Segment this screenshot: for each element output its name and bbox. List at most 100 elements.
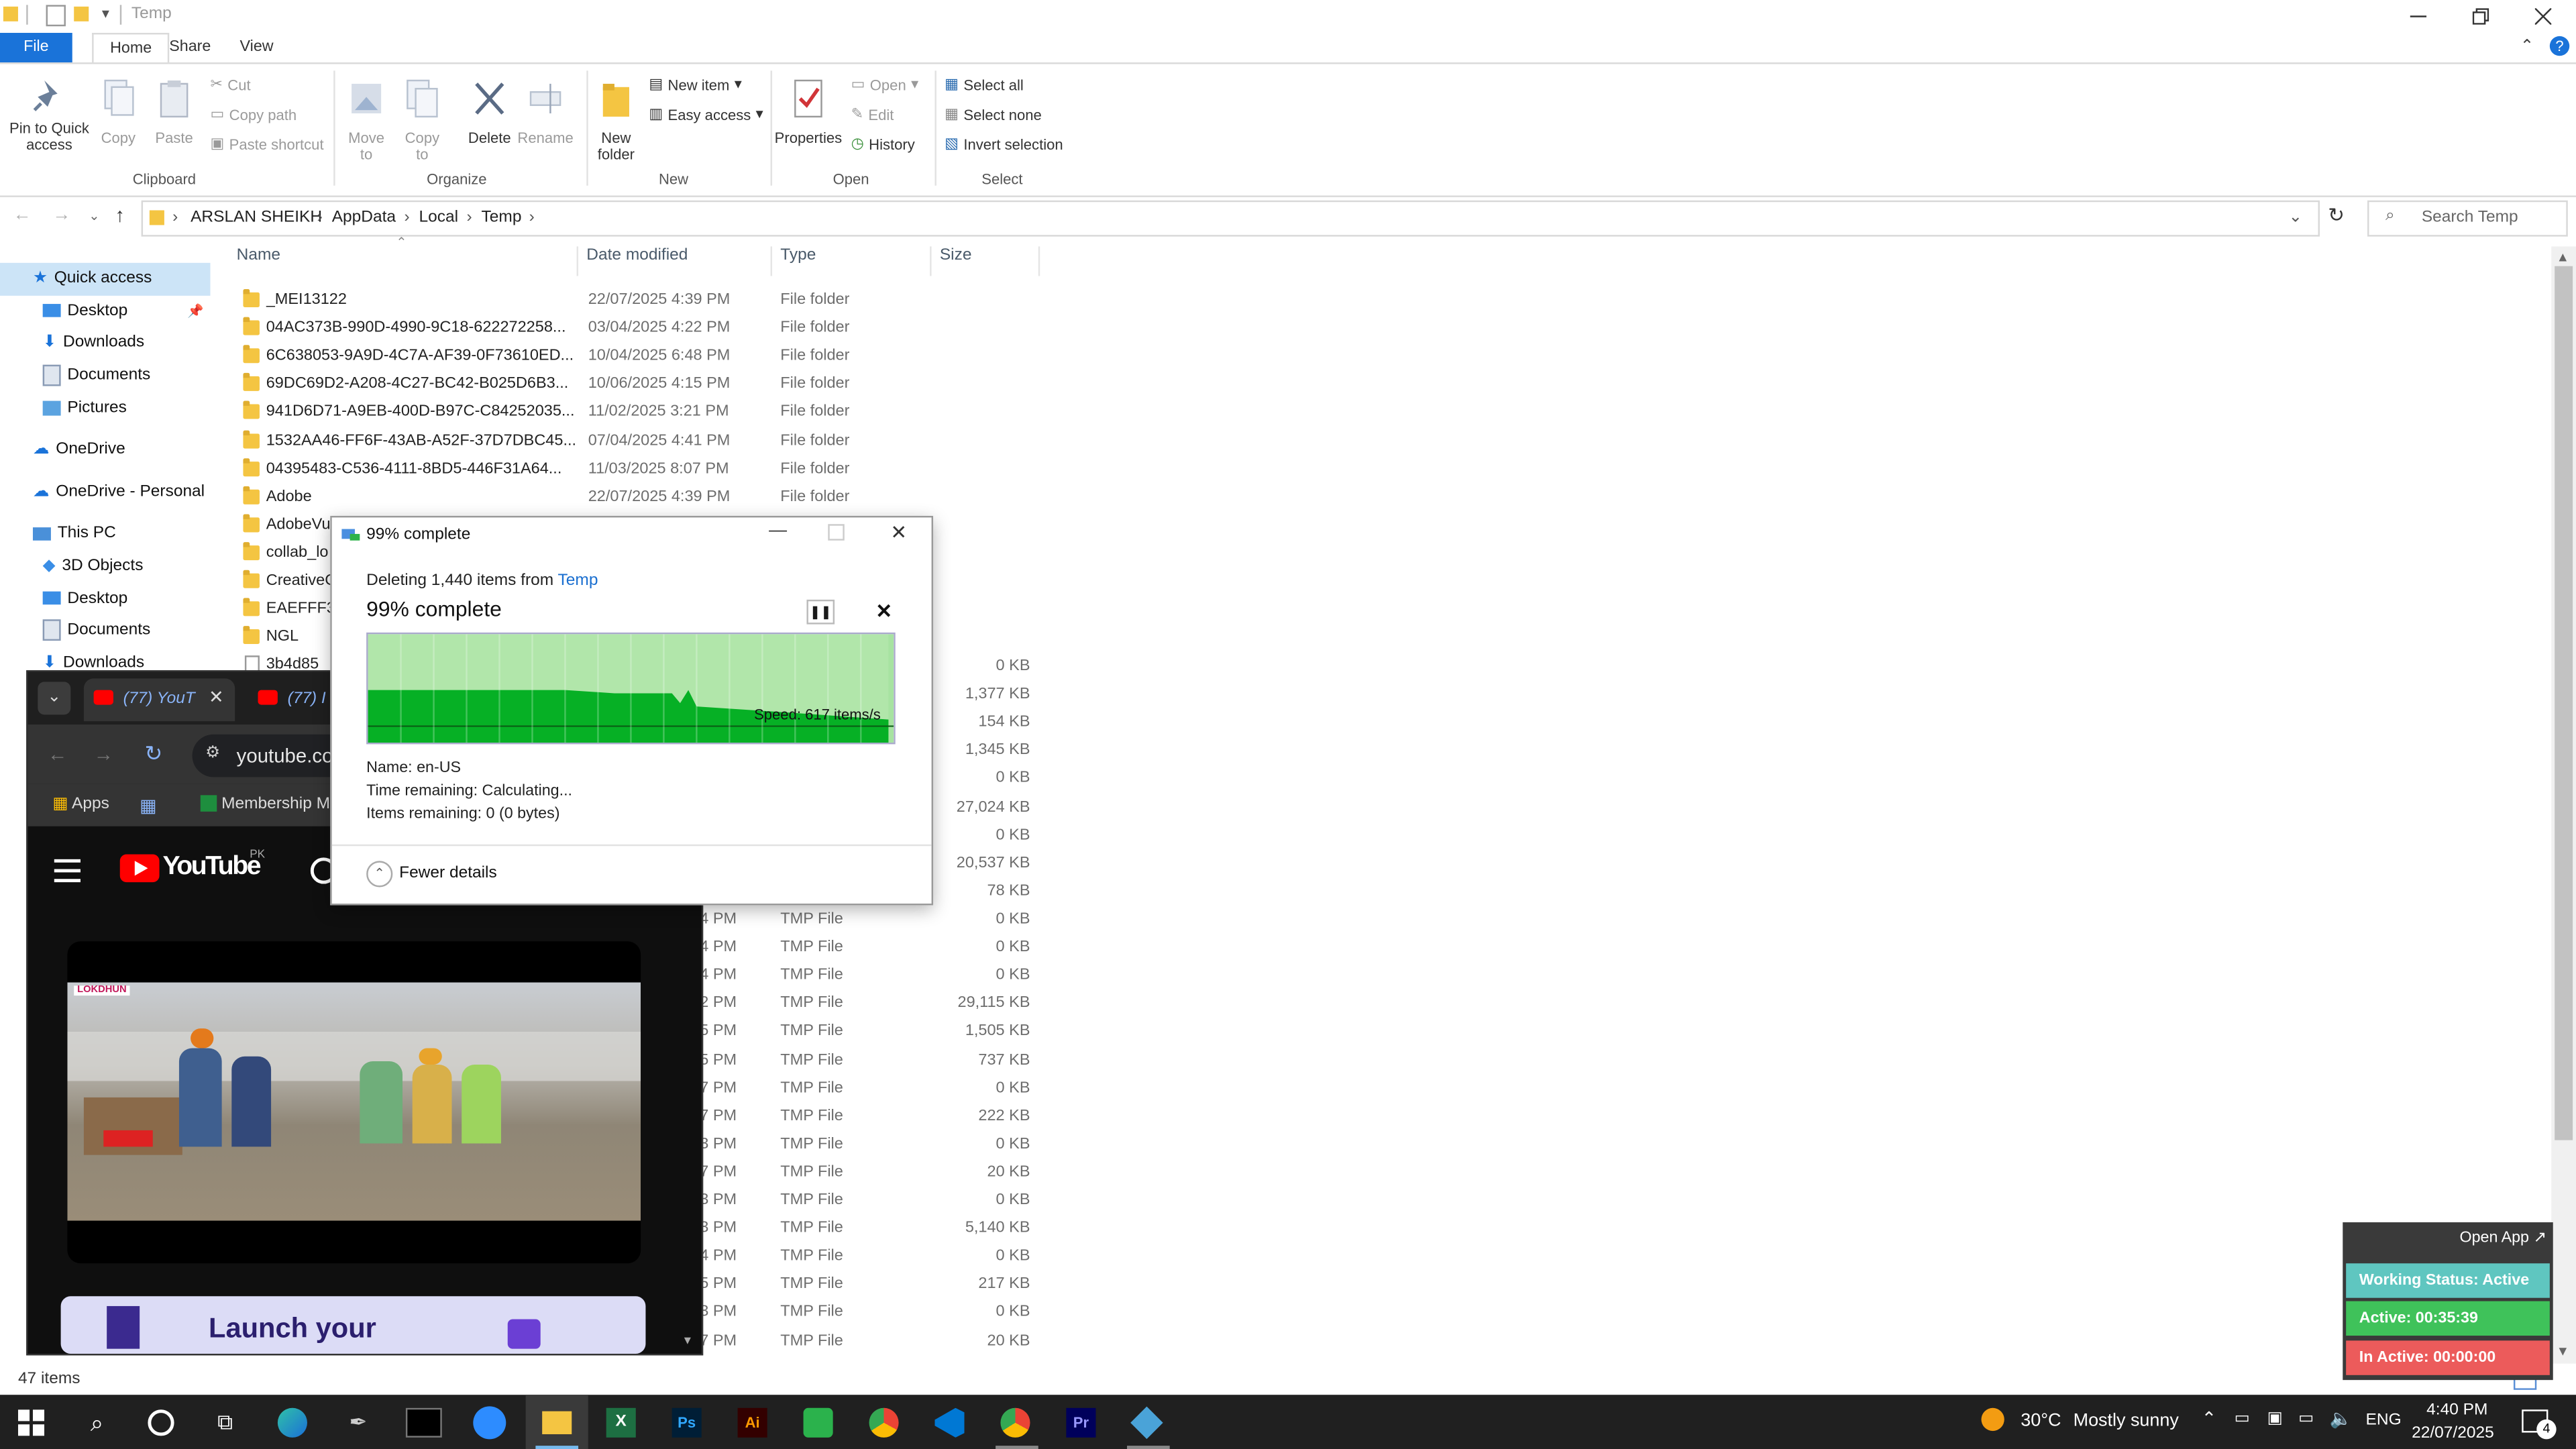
recent-locations-icon[interactable]: ⌄ xyxy=(89,209,99,223)
table-row[interactable]: 5 PM TMP File 1,505 KB xyxy=(700,1022,1044,1051)
volume-icon[interactable]: 🔈 xyxy=(2330,1408,2353,1429)
table-row[interactable]: 4 PM TMP File 0 KB xyxy=(700,1247,1044,1275)
collapse-ribbon-icon[interactable]: ⌃ xyxy=(2520,38,2534,56)
photoshop-icon[interactable]: Ps xyxy=(665,1401,708,1444)
ad-banner[interactable]: Launch your xyxy=(60,1296,646,1354)
paste-shortcut-button[interactable]: ▣ Paste shortcut xyxy=(210,135,323,153)
nav-item-documents-pc[interactable]: Documents xyxy=(13,614,211,647)
properties-button[interactable]: Properties xyxy=(773,77,843,146)
meet-now-icon[interactable]: ▭ xyxy=(2235,1409,2250,1428)
dialog-minimize-icon[interactable]: — xyxy=(769,521,787,540)
table-row[interactable]: 04AC373B-990D-4990-9C18-622272258... 03/0… xyxy=(230,315,1045,343)
copy-button[interactable]: Copy xyxy=(95,77,142,146)
open-button[interactable]: ▭ Open ▾ xyxy=(851,76,919,94)
column-divider[interactable] xyxy=(930,246,932,276)
table-row[interactable]: 3 PM TMP File 5,140 KB xyxy=(700,1219,1044,1247)
membership-bookmark[interactable]: Membership M xyxy=(200,795,330,813)
nav-item-desktop[interactable]: Desktop 📌 xyxy=(13,295,211,327)
back-arrow-icon[interactable]: ← xyxy=(13,205,32,225)
nav-item-this-pc[interactable]: This PC xyxy=(13,518,211,550)
help-icon[interactable]: ? xyxy=(2549,36,2570,56)
tab-file[interactable]: File xyxy=(0,32,72,63)
breadcrumb-appdata[interactable]: AppData xyxy=(332,209,396,227)
task-view-icon[interactable]: ⧉ xyxy=(204,1401,247,1444)
green-app-icon[interactable] xyxy=(797,1401,840,1444)
column-header-name[interactable]: Name xyxy=(237,246,280,276)
new-folder-button[interactable]: New folder xyxy=(592,77,641,162)
premiere-icon[interactable]: Pr xyxy=(1060,1401,1103,1444)
column-header-type[interactable]: Type xyxy=(780,246,816,276)
file-explorer-icon[interactable] xyxy=(535,1401,578,1444)
address-bar[interactable]: › ARSLAN SHEIKH › AppData › Local › Temp… xyxy=(141,200,2320,237)
back-icon[interactable]: ← xyxy=(48,743,67,765)
browser-tab-active[interactable]: (77) YouT ✕ xyxy=(83,678,235,722)
table-row[interactable]: 2 PM TMP File 29,115 KB xyxy=(700,994,1044,1022)
search-icon[interactable]: ⌕ xyxy=(76,1401,119,1444)
breadcrumb-local[interactable]: Local xyxy=(419,209,458,227)
apps-bookmark[interactable]: ▦ Apps xyxy=(52,795,109,813)
open-app-button[interactable]: Open App ↗ xyxy=(2459,1229,2546,1247)
start-button[interactable] xyxy=(10,1401,53,1444)
nav-item-onedrive[interactable]: ☁ OneDrive xyxy=(13,433,211,466)
move-to-button[interactable]: Move to xyxy=(341,77,390,162)
history-button[interactable]: ◷ History xyxy=(851,135,915,153)
column-header-date[interactable]: Date modified xyxy=(586,246,688,276)
table-row[interactable]: 7 PM TMP File 222 KB xyxy=(700,1107,1044,1135)
dialog-close-icon[interactable]: ✕ xyxy=(890,521,907,543)
table-row[interactable]: 941D6D71-A9EB-400D-B97C-C84252035... 11/0… xyxy=(230,400,1045,428)
quick-toolbar-dropdown-icon[interactable]: ▾ xyxy=(102,5,109,23)
table-row[interactable]: 69DC69D2-A208-4C27-BC42-B025D6B3... 10/06… xyxy=(230,372,1045,400)
select-none-button[interactable]: ▦ Select none xyxy=(945,105,1042,123)
cortana-icon[interactable] xyxy=(140,1401,182,1444)
breadcrumb-user[interactable]: ARSLAN SHEIKH xyxy=(191,209,322,227)
table-row[interactable]: 7 PM TMP File 20 KB xyxy=(700,1163,1044,1191)
zoom-icon[interactable] xyxy=(468,1401,511,1444)
table-row[interactable]: 04395483-C536-4111-8BD5-446F31A64... 11/0… xyxy=(230,456,1045,484)
clock-time[interactable]: 4:40 PM xyxy=(2426,1401,2487,1419)
new-item-button[interactable]: ▤ New item ▾ xyxy=(649,76,742,94)
tab-view[interactable]: View xyxy=(223,33,290,62)
reload-icon[interactable]: ↻ xyxy=(145,741,163,767)
copy-to-button[interactable]: Copy to xyxy=(398,77,447,162)
table-row[interactable]: 4 PM TMP File 0 KB xyxy=(700,910,1044,938)
column-divider[interactable] xyxy=(1038,246,1040,276)
select-all-button[interactable]: ▦ Select all xyxy=(945,76,1024,94)
nav-item-documents[interactable]: Documents xyxy=(13,360,211,392)
copy-path-button[interactable]: ▭ Copy path xyxy=(210,105,297,123)
tab-share[interactable]: Share xyxy=(153,33,227,62)
scroll-down-icon[interactable]: ▼ xyxy=(2557,1344,2569,1358)
chrome-profile-icon[interactable] xyxy=(994,1401,1037,1444)
new-folder-quick-icon[interactable] xyxy=(74,6,89,21)
forward-icon[interactable]: → xyxy=(94,743,113,765)
refresh-icon[interactable]: ↻ xyxy=(2328,204,2345,227)
forward-arrow-icon[interactable]: → xyxy=(52,205,70,225)
search-box[interactable]: ⌕ Search Temp xyxy=(2367,200,2568,237)
cancel-x-icon[interactable]: ✕ xyxy=(875,600,892,623)
scroll-up-icon[interactable]: ▲ xyxy=(2557,250,2569,264)
terminal-icon[interactable] xyxy=(402,1401,445,1444)
pen-icon[interactable]: ✒ xyxy=(337,1401,380,1444)
weather-sun-icon[interactable] xyxy=(1981,1407,2004,1432)
chrome-icon[interactable] xyxy=(863,1401,906,1444)
easy-access-button[interactable]: ▥ Easy access ▾ xyxy=(649,105,763,123)
menu-hamburger-icon[interactable] xyxy=(54,859,81,883)
site-info-icon[interactable]: ⚙ xyxy=(205,744,220,762)
paste-button[interactable]: Paste xyxy=(150,77,199,146)
vertical-scrollbar[interactable]: ▲ ▼ xyxy=(2551,246,2576,1364)
nav-item-desktop-pc[interactable]: Desktop xyxy=(13,582,211,614)
pause-button[interactable]: ❚❚ xyxy=(806,599,835,625)
cut-button[interactable]: ✂ Cut xyxy=(210,76,250,94)
table-row[interactable]: 3 PM TMP File 0 KB xyxy=(700,1303,1044,1332)
properties-quick-icon[interactable] xyxy=(46,5,66,27)
tab-groups-icon[interactable]: ▦ xyxy=(140,795,156,816)
nav-item-downloads[interactable]: ⬇ Downloads xyxy=(13,327,211,360)
table-row[interactable]: _MEI13122 22/07/2025 4:39 PM File folder xyxy=(230,288,1045,316)
language-indicator[interactable]: ENG xyxy=(2366,1411,2402,1430)
restore-button[interactable] xyxy=(2451,0,2510,33)
invert-selection-button[interactable]: ▧ Invert selection xyxy=(945,135,1063,153)
scroll-down-icon[interactable]: ▼ xyxy=(682,1336,693,1347)
table-row[interactable]: 7 PM TMP File 20 KB xyxy=(700,1332,1044,1360)
tray-app-icon[interactable]: ▣ xyxy=(2267,1409,2283,1428)
table-row[interactable]: 5 PM TMP File 737 KB xyxy=(700,1051,1044,1079)
column-divider[interactable] xyxy=(770,246,773,276)
